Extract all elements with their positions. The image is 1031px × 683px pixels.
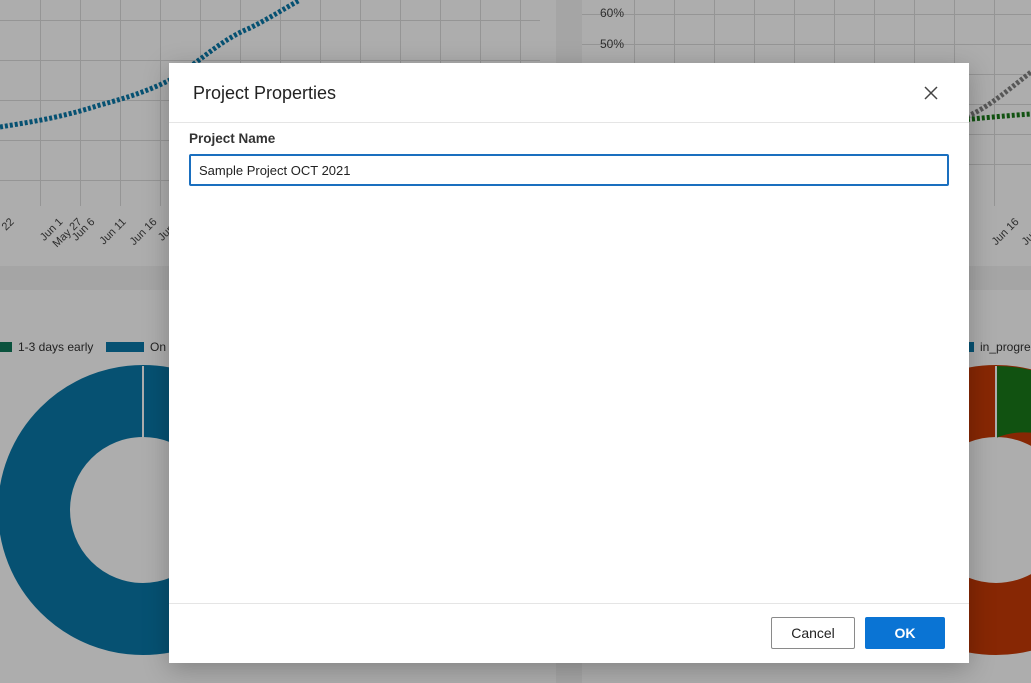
close-icon [924,86,938,100]
dialog-footer: Cancel OK [169,603,969,663]
project-name-label: Project Name [189,131,276,146]
project-name-input[interactable] [189,154,949,186]
dialog-title: Project Properties [193,83,337,103]
ok-button[interactable]: OK [865,617,945,649]
cancel-button[interactable]: Cancel [771,617,855,649]
close-button[interactable] [921,83,941,103]
dialog-header: Project Properties [169,63,969,123]
project-properties-dialog: Project Properties Project Name Cancel O… [169,63,969,663]
